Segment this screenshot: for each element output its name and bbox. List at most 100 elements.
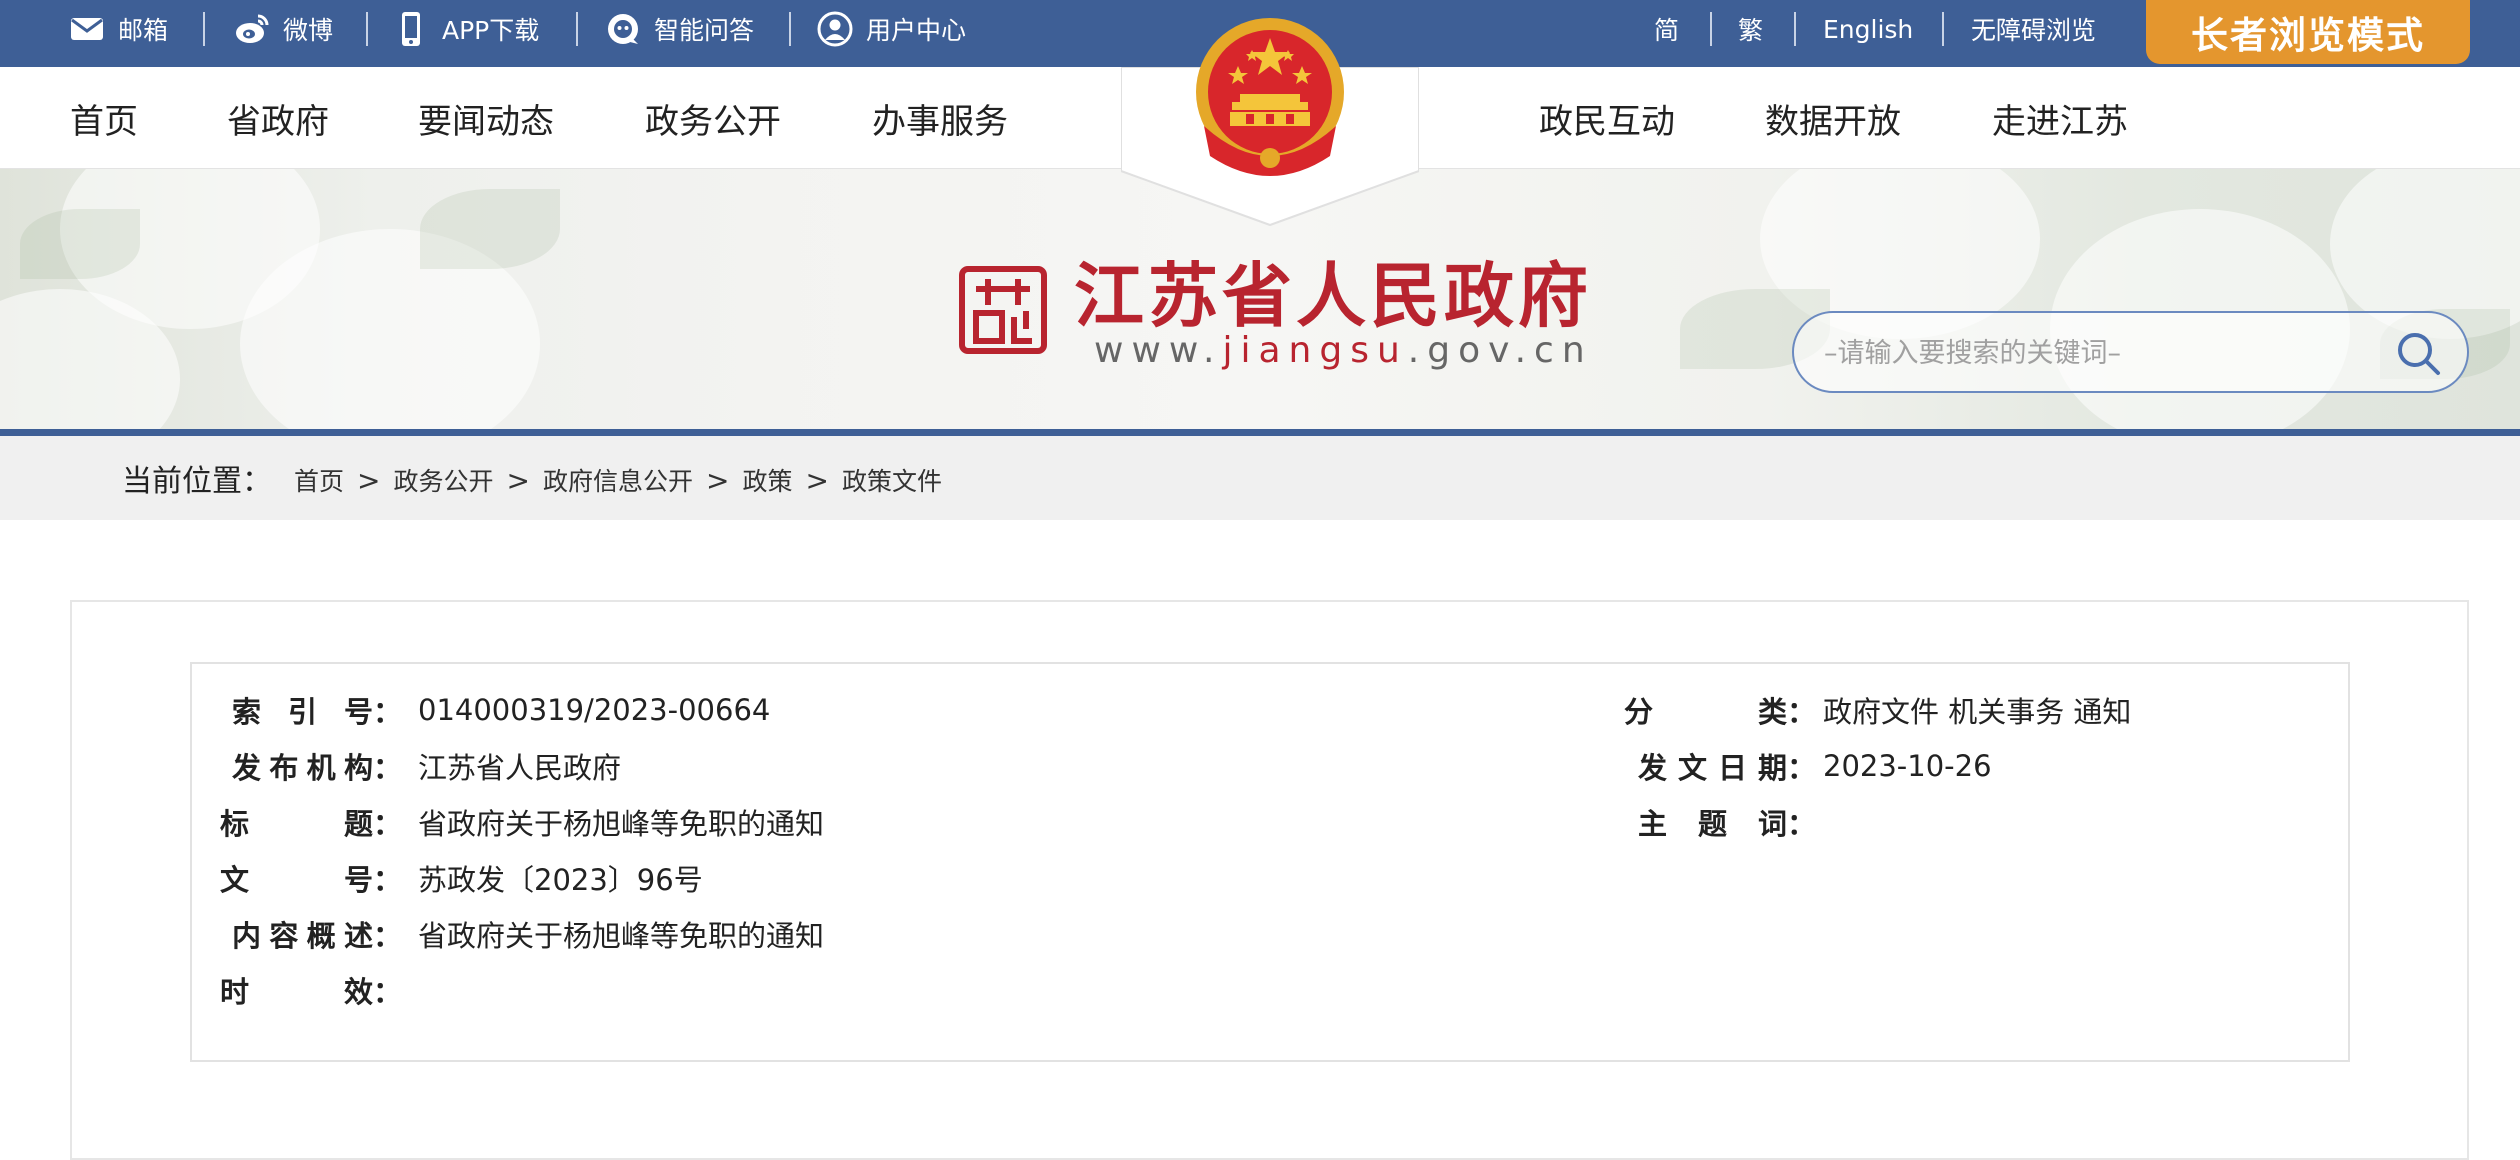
national-emblem-icon <box>1196 18 1344 176</box>
label-char: 时 <box>220 975 250 1009</box>
url-prefix: www. <box>1094 330 1223 371</box>
breadcrumb-separator: > <box>705 463 730 497</box>
search-input[interactable] <box>1824 331 2364 375</box>
accessible-browsing-link[interactable]: 无障碍浏览 <box>1971 0 2096 58</box>
label-char: 题： <box>343 807 402 841</box>
label-char: 内 <box>232 919 262 953</box>
nav-item-provincial-gov[interactable]: 省政府 <box>227 67 329 169</box>
label-char: 词： <box>1757 807 1816 841</box>
banner-divider <box>0 429 2520 436</box>
label-char: 布 <box>269 751 299 785</box>
title-value: 省政府关于杨旭峰等免职的通知 <box>418 807 825 841</box>
weibo-label: 微博 <box>283 16 334 45</box>
nav-item-news[interactable]: 要闻动态 <box>418 67 554 169</box>
label-char: 主 <box>1638 807 1668 841</box>
site-url: www.jiangsu.gov.cn <box>1094 330 1593 371</box>
chat-bot-icon <box>608 14 638 44</box>
breadcrumb-item[interactable]: 首页 <box>294 462 344 498</box>
weibo-link[interactable]: 微博 <box>233 0 333 58</box>
traditional-chinese-link[interactable]: 繁 <box>1738 0 1763 58</box>
english-link[interactable]: English <box>1823 0 1913 58</box>
validity-label: 时 效： <box>220 970 402 1010</box>
index-no-label: 索 引 号： <box>232 690 402 730</box>
label-char: 期： <box>1757 751 1816 785</box>
summary-value: 省政府关于杨旭峰等免职的通知 <box>418 919 825 953</box>
traditional-label: 繁 <box>1738 16 1764 45</box>
mail-icon <box>71 18 103 40</box>
label-char: 引 <box>287 695 317 729</box>
breadcrumb: 当前位置： 首页 > 政务公开 > 政府信息公开 > 政策 > 政策文件 <box>0 436 2520 520</box>
date-label: 发 文 日 期： <box>1638 746 1816 786</box>
breadcrumb-separator: > <box>357 463 381 497</box>
index-no-value: 014000319/2023-00664 <box>418 693 771 727</box>
divider <box>203 12 205 46</box>
divider <box>1942 12 1944 46</box>
breadcrumb-separator: > <box>805 463 829 497</box>
label-char: 构： <box>343 751 402 785</box>
simplified-chinese-link[interactable]: 简 <box>1654 0 1679 58</box>
breadcrumb-separator: > <box>506 463 530 497</box>
divider <box>789 12 791 46</box>
accessible-label: 无障碍浏览 <box>1971 16 2097 45</box>
label-char: 标 <box>220 807 250 841</box>
nav-item-about-jiangsu[interactable]: 走进江苏 <box>1992 67 2128 169</box>
search-icon[interactable] <box>2394 329 2444 379</box>
english-label: English <box>1823 14 1914 44</box>
divider <box>366 12 368 46</box>
elder-mode-button[interactable]: 长者浏览模式 <box>2146 0 2470 64</box>
doc-no-label: 文 号： <box>220 858 402 898</box>
subject-label: 主 题 词： <box>1638 802 1816 842</box>
site-logo-icon <box>959 266 1047 354</box>
site-title: 江苏省人民政府 <box>1074 254 1592 337</box>
smart-qa-link[interactable]: 智能问答 <box>604 0 754 58</box>
title-label: 标 题： <box>220 802 402 842</box>
nav-item-services[interactable]: 办事服务 <box>872 67 1008 169</box>
label-char: 发 <box>232 751 262 785</box>
breadcrumb-item[interactable]: 政策文件 <box>842 462 942 498</box>
label-char: 题 <box>1697 807 1727 841</box>
category-value: 政府文件 机关事务 通知 <box>1823 695 2132 729</box>
document-meta-table: 索 引 号： 014000319/2023-00664 分 类： 政府文件 机关… <box>190 662 2350 1062</box>
smart-qa-label: 智能问答 <box>654 16 755 45</box>
issuer-label: 发 布 机 构： <box>232 746 402 786</box>
date-value: 2023-10-26 <box>1823 749 1992 783</box>
divider <box>1794 12 1796 46</box>
app-download-link[interactable]: APP下载 <box>392 0 539 58</box>
label-char: 文 <box>1677 751 1707 785</box>
label-char: 述： <box>343 919 402 953</box>
issuer-value: 江苏省人民政府 <box>418 751 622 785</box>
summary-label: 内 容 概 述： <box>232 914 402 954</box>
mail-label: 邮箱 <box>118 16 169 45</box>
label-char: 概 <box>306 919 336 953</box>
label-char: 发 <box>1638 751 1668 785</box>
label-char: 日 <box>1717 751 1747 785</box>
label-char: 分 <box>1624 695 1654 729</box>
breadcrumb-item[interactable]: 政府信息公开 <box>543 462 693 498</box>
url-domain: jiangsu <box>1222 330 1408 371</box>
divider <box>576 12 578 46</box>
nav-item-home[interactable]: 首页 <box>70 67 138 169</box>
nav-item-gov-affairs[interactable]: 政务公开 <box>645 67 781 169</box>
nav-item-interaction[interactable]: 政民互动 <box>1539 67 1675 169</box>
label-char: 号： <box>343 863 402 897</box>
label-char: 效： <box>343 975 402 1009</box>
url-suffix: .gov.cn <box>1407 330 1593 371</box>
breadcrumb-item[interactable]: 政务公开 <box>393 462 493 498</box>
category-label: 分 类： <box>1624 690 1816 730</box>
mail-link[interactable]: 邮箱 <box>68 0 168 58</box>
nav-item-open-data[interactable]: 数据开放 <box>1765 67 1901 169</box>
label-char: 索 <box>232 695 262 729</box>
label-char: 容 <box>269 919 299 953</box>
user-center-link[interactable]: 用户中心 <box>816 0 966 58</box>
label-char: 类： <box>1757 695 1816 729</box>
search-box <box>1792 311 2469 393</box>
label-char: 号： <box>343 695 402 729</box>
breadcrumb-trail: 首页 > 政务公开 > 政府信息公开 > 政策 > 政策文件 <box>294 462 942 498</box>
phone-icon <box>402 12 420 46</box>
weibo-icon <box>236 14 269 43</box>
breadcrumb-item[interactable]: 政策 <box>742 462 792 498</box>
doc-no-value: 苏政发〔2023〕96号 <box>418 863 703 897</box>
label-char: 文 <box>220 863 250 897</box>
simplified-label: 简 <box>1654 16 1680 45</box>
label-char: 机 <box>306 751 336 785</box>
